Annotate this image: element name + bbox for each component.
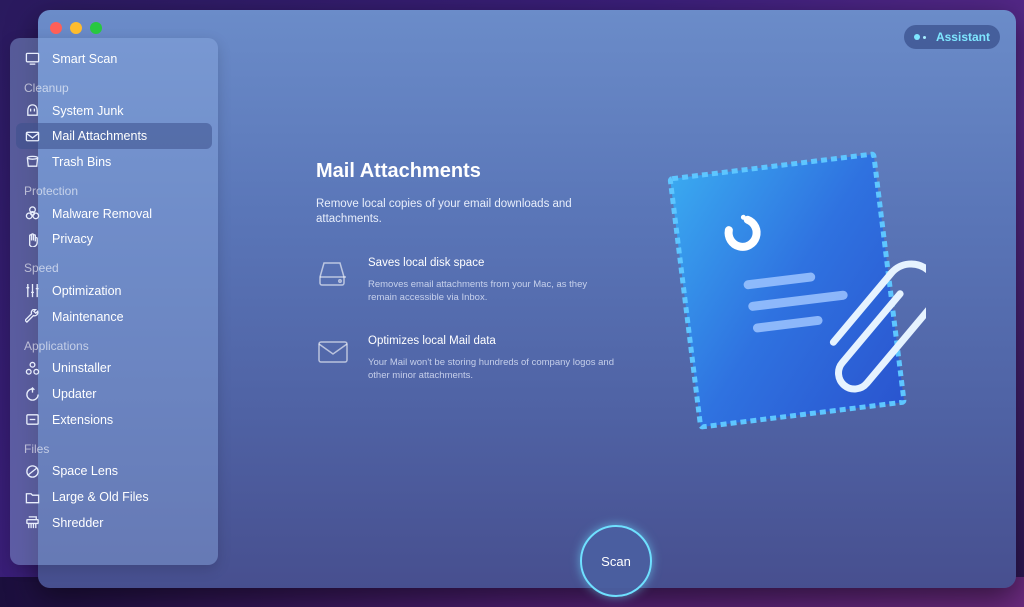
- sidebar-item-updater[interactable]: Updater: [16, 381, 212, 407]
- sidebar-item-maintenance[interactable]: Maintenance: [16, 304, 212, 330]
- sidebar-item-label: Updater: [52, 387, 97, 402]
- sidebar-item-mail-attachments[interactable]: Mail Attachments: [16, 123, 212, 150]
- assistant-icon: [913, 34, 926, 40]
- sidebar-section-protection: Protection: [24, 183, 79, 198]
- monitor-icon: [24, 51, 40, 67]
- biohazard-icon: [24, 206, 40, 222]
- feature-title: Saves local disk space: [368, 257, 485, 269]
- envelope-icon: [24, 128, 40, 144]
- sidebar-item-label: Privacy: [52, 232, 93, 247]
- feature-mail-data: Optimizes local Mail data Your Mail won'…: [316, 335, 616, 382]
- feature-description: Removes email attachments from your Mac,…: [368, 279, 588, 303]
- page-title: Mail Attachments: [316, 160, 481, 182]
- sidebar-item-optimization[interactable]: Optimization: [16, 278, 212, 304]
- sidebar-item-extensions[interactable]: Extensions: [16, 407, 212, 433]
- feature-disk-space: Saves local disk space Removes email att…: [316, 257, 616, 304]
- close-window-button[interactable]: [50, 22, 62, 34]
- trash-icon: [24, 154, 40, 170]
- assistant-button[interactable]: Assistant: [903, 25, 1000, 49]
- zoom-window-button[interactable]: [90, 22, 102, 34]
- sidebar-item-smart-scan[interactable]: Smart Scan: [16, 46, 212, 72]
- sidebar-item-trash-bins[interactable]: Trash Bins: [16, 149, 212, 175]
- sidebar-item-uninstaller[interactable]: Uninstaller: [16, 356, 212, 382]
- wrench-icon: [24, 309, 40, 325]
- sidebar-section-applications: Applications: [24, 338, 89, 353]
- sidebar-item-shredder[interactable]: Shredder: [16, 510, 212, 536]
- sidebar-item-label: Uninstaller: [52, 361, 112, 376]
- mail-attachment-stamp-illustration: [656, 135, 941, 435]
- uninstaller-icon: [24, 360, 40, 376]
- sidebar-item-label: Extensions: [52, 412, 114, 427]
- sidebar-item-label: Optimization: [52, 283, 122, 298]
- scan-button[interactable]: Scan: [580, 525, 652, 597]
- hand-icon: [24, 231, 40, 247]
- assistant-label: Assistant: [935, 30, 990, 44]
- disk-icon: [316, 257, 350, 291]
- sidebar-item-label: Shredder: [52, 515, 104, 530]
- junk-icon: [24, 103, 40, 119]
- shredder-icon: [24, 515, 40, 531]
- sidebar-item-label: Space Lens: [52, 464, 119, 479]
- envelope-icon: [316, 335, 350, 369]
- sidebar-item-label: Trash Bins: [52, 154, 112, 169]
- sidebar-item-label: Mail Attachments: [52, 129, 148, 144]
- minimize-window-button[interactable]: [70, 22, 82, 34]
- updater-icon: [24, 386, 40, 402]
- sidebar-section-speed: Speed: [24, 261, 59, 276]
- page-subtitle: Remove local copies of your email downlo…: [316, 198, 572, 225]
- main-content: Mail Attachments Remove local copies of …: [316, 160, 616, 413]
- sidebar-item-label: Maintenance: [52, 309, 124, 324]
- folder-icon: [24, 489, 40, 505]
- extensions-icon: [24, 412, 40, 428]
- sidebar-section-files: Files: [24, 441, 50, 456]
- sidebar-item-label: Large & Old Files: [52, 490, 149, 505]
- sidebar-item-space-lens[interactable]: Space Lens: [16, 459, 212, 485]
- sidebar-item-large-old-files[interactable]: Large & Old Files: [16, 484, 212, 510]
- sidebar-item-system-junk[interactable]: System Junk: [16, 98, 212, 124]
- sidebar-section-cleanup: Cleanup: [24, 80, 69, 95]
- sliders-icon: [24, 283, 40, 299]
- sidebar-item-label: Malware Removal: [52, 206, 153, 221]
- sidebar-item-malware-removal[interactable]: Malware Removal: [16, 201, 212, 227]
- lens-icon: [24, 463, 40, 479]
- sidebar: Smart Scan Cleanup System Junk Mail Atta…: [10, 38, 218, 565]
- sidebar-item-label: System Junk: [52, 103, 124, 118]
- feature-title: Optimizes local Mail data: [368, 335, 496, 347]
- feature-description: Your Mail won't be storing hundreds of c…: [368, 357, 614, 381]
- sidebar-item-privacy[interactable]: Privacy: [16, 226, 212, 252]
- window-controls: [50, 22, 102, 34]
- sidebar-item-label: Smart Scan: [52, 51, 118, 66]
